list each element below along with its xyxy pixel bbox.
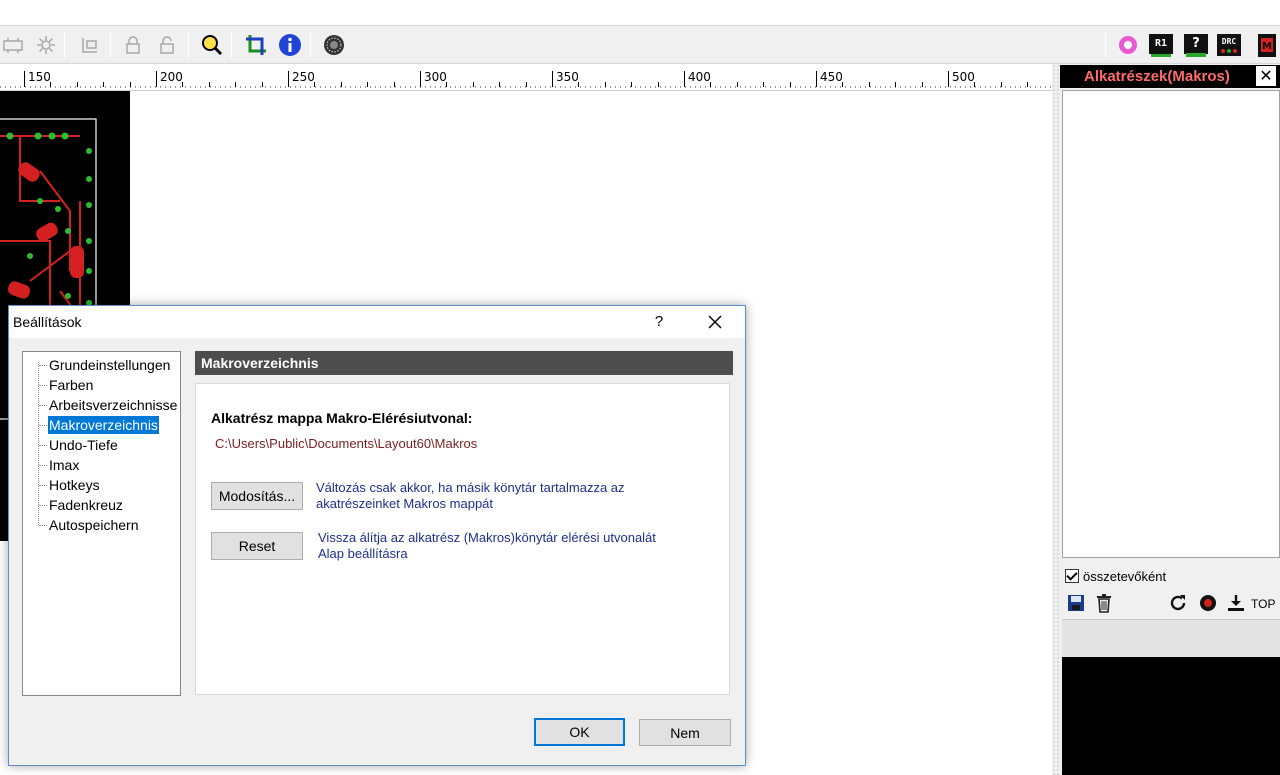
disabled-lock-icon[interactable] — [120, 32, 146, 58]
search-icon[interactable] — [199, 32, 225, 58]
disabled-gear-icon[interactable] — [33, 32, 59, 58]
ruler-label: 250 — [292, 70, 315, 84]
ruler-label: 350 — [556, 70, 579, 84]
checkbox-label: összetevőként — [1083, 568, 1167, 584]
disabled-unlock-icon[interactable] — [154, 32, 180, 58]
layer-top-label[interactable]: TOP — [1251, 597, 1275, 611]
record-icon[interactable] — [1197, 592, 1219, 614]
dialog-titlebar[interactable]: Beállítások ? — [9, 306, 745, 338]
horizontal-ruler: 150 200 250 300 350 400 450 500 — [0, 64, 1052, 91]
ok-button[interactable]: OK — [534, 718, 625, 746]
close-icon[interactable]: ✕ — [1256, 66, 1276, 86]
tree-item-autospeichern[interactable]: Autospeichern — [48, 516, 140, 534]
path-label: Alkatrész mappa Makro-Elérésiutvonal: — [211, 410, 473, 426]
toolbar: R1 ? DRC M — [0, 26, 1280, 64]
trash-icon[interactable] — [1093, 592, 1115, 614]
gear-icon[interactable] — [321, 32, 347, 58]
crop-icon[interactable] — [243, 32, 269, 58]
macro-panel-title: Alkatrészek(Makros) — [1060, 65, 1280, 88]
help-button[interactable]: ? — [645, 310, 673, 334]
r1-icon[interactable]: R1 — [1148, 32, 1174, 58]
as-component-checkbox[interactable]: összetevőként — [1065, 567, 1166, 585]
reset-description-line: Vissza álítja az alkatrész (Makros)könyt… — [318, 530, 656, 545]
macro-panel: Alkatrészek(Makros) ✕ összetevőként TOP — [1060, 64, 1280, 775]
menu-bar — [0, 0, 1280, 26]
tree-item-hotkeys[interactable]: Hotkeys — [48, 476, 101, 494]
help-icon[interactable]: ? — [1183, 32, 1209, 58]
tree-item-farben[interactable]: Farben — [48, 376, 94, 394]
tree-item-makroverzeichnis[interactable]: Makroverzeichnis — [48, 416, 159, 434]
modify-description-line: Változás csak akkor, ha másik könytár ta… — [316, 480, 625, 495]
ruler-label: 400 — [688, 70, 711, 84]
download-icon[interactable] — [1225, 592, 1247, 614]
path-value: C:\Users\Public\Documents\Layout60\Makro… — [215, 436, 478, 451]
reset-button[interactable]: Reset — [211, 532, 303, 560]
app-window: R1 ? DRC M 150 200 250 300 350 400 450 5… — [0, 0, 1280, 775]
macro-info-bar — [1062, 619, 1280, 657]
reset-description-line: Alap beállításra — [318, 546, 408, 561]
tree-item-arbeitsverzeichnisse[interactable]: Arbeitsverzeichnisse — [48, 396, 178, 414]
tree-item-undo-tiefe[interactable]: Undo-Tiefe — [48, 436, 119, 454]
svg-text:M: M — [1262, 41, 1272, 52]
svg-text:?: ? — [1192, 36, 1200, 51]
modify-button[interactable]: Modosítás... — [211, 482, 303, 510]
macro-list[interactable] — [1062, 90, 1280, 558]
disabled-tool-icon[interactable] — [0, 32, 26, 58]
m-icon[interactable]: M — [1254, 32, 1280, 58]
checkbox-checked-icon[interactable] — [1065, 569, 1079, 583]
refresh-icon[interactable] — [1167, 592, 1189, 614]
modify-description-line: akatrészeinket Makros mappát — [316, 496, 494, 511]
tree-item-grundeinstellungen[interactable]: Grundeinstellungen — [48, 356, 171, 374]
dialog-title: Beállítások — [13, 314, 82, 330]
ruler-label: 450 — [820, 70, 843, 84]
modify-description: Változás csak akkor, ha másik könytár ta… — [316, 480, 625, 512]
ruler-label: 150 — [28, 70, 51, 84]
section-header: Makroverzeichnis — [195, 351, 733, 375]
reset-description: Vissza álítja az alkatrész (Makros)könyt… — [318, 530, 656, 562]
circle-icon[interactable] — [1115, 32, 1141, 58]
save-icon[interactable] — [1065, 592, 1087, 614]
svg-text:R1: R1 — [1155, 38, 1167, 49]
info-icon[interactable] — [277, 32, 303, 58]
ruler-label: 300 — [424, 70, 447, 84]
drc-icon[interactable]: DRC — [1216, 32, 1242, 58]
macro-preview — [1062, 657, 1280, 775]
close-icon[interactable] — [701, 310, 729, 334]
tree-item-fadenkreuz[interactable]: Fadenkreuz — [48, 496, 124, 514]
tree-item-imax[interactable]: Imax — [48, 456, 80, 474]
disabled-tool-icon[interactable] — [77, 32, 103, 58]
settings-dialog: Beállítások ? Grundeinstellungen Farben … — [8, 305, 746, 766]
cancel-button[interactable]: Nem — [639, 719, 731, 746]
ruler-label: 500 — [952, 70, 975, 84]
macro-toolbar: TOP — [1060, 589, 1280, 615]
svg-text:DRC: DRC — [1222, 37, 1237, 46]
ruler-label: 200 — [160, 70, 183, 84]
settings-tree[interactable]: Grundeinstellungen Farben Arbeitsverzeic… — [22, 351, 181, 696]
settings-content-panel: Alkatrész mappa Makro-Elérésiutvonal: C:… — [195, 383, 730, 695]
